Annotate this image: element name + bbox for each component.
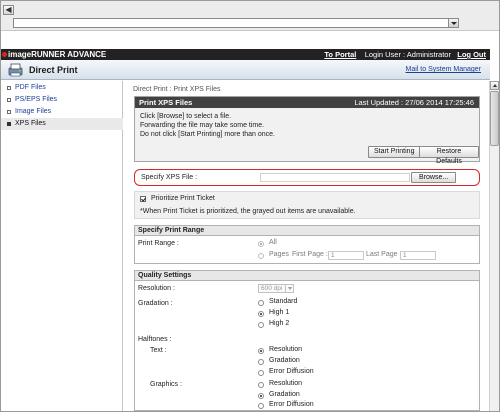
gradation-label: Gradation :	[138, 300, 173, 307]
address-bar[interactable]	[13, 18, 459, 28]
file-path-input[interactable]	[260, 173, 410, 182]
first-page-value: 1	[331, 252, 335, 259]
scrollbar-thumb[interactable]	[490, 91, 499, 146]
to-portal-link[interactable]: To Portal	[324, 50, 356, 59]
chevron-down-icon	[285, 285, 293, 292]
graphics-option-label: Error Diffusion	[269, 401, 314, 408]
scroll-up-icon[interactable]	[490, 81, 499, 90]
graphics-gradation-radio[interactable]	[258, 393, 264, 399]
last-page-value: 1	[403, 252, 407, 259]
print-range-all-label: All	[269, 239, 277, 246]
back-icon[interactable]: ◀	[3, 5, 14, 15]
gradation-option-label: High 2	[269, 320, 290, 327]
bullet-icon	[7, 122, 11, 126]
instruction-line: Click [Browse] to select a file.	[140, 113, 232, 120]
text-option-label: Resolution	[269, 346, 303, 353]
instructions: Click [Browse] to select a file. Forward…	[135, 108, 479, 143]
section-header-print-range: Specify Print Range	[134, 225, 480, 235]
login-user-label: Login User : Administrator	[364, 50, 451, 59]
dropdown-icon[interactable]	[448, 19, 458, 27]
sidebar: PDF Files PS/EPS Files Image Files XPS F…	[1, 81, 123, 411]
text-gradation-radio[interactable]	[258, 359, 264, 365]
print-range-pages-radio[interactable]	[258, 253, 264, 259]
text-option-label: Error Diffusion	[269, 368, 314, 375]
prioritize-print-ticket-box: Prioritize Print Ticket *When Print Tick…	[134, 191, 480, 219]
text-error-diffusion-radio[interactable]	[258, 370, 264, 376]
resolution-select[interactable]: 600 dpi	[258, 284, 294, 293]
last-page-label: Last Page :	[366, 251, 402, 258]
sidebar-item-label: PS/EPS Files	[15, 96, 58, 103]
browser-toolbar: ◀	[1, 1, 499, 31]
quality-section: Resolution : 600 dpi Gradation : Standar…	[134, 280, 480, 411]
graphics-option-label: Resolution	[269, 380, 303, 387]
first-page-label: First Page :	[292, 251, 328, 258]
instruction-line: Do not click [Start Printing] more than …	[140, 131, 276, 138]
gradation-option-label: Standard	[269, 298, 298, 305]
halftones-label: Halftones :	[138, 336, 172, 343]
sidebar-item-pdf-files[interactable]: PDF Files	[1, 82, 123, 94]
print-range-section: Print Range : All Pages First Page : 1 L…	[134, 235, 480, 264]
section-header-quality: Quality Settings	[134, 270, 480, 280]
panel-title: Print XPS Files	[139, 98, 193, 107]
specify-file-label: Specify XPS File :	[141, 174, 198, 181]
sidebar-item-image-files[interactable]: Image Files	[1, 106, 123, 118]
graphics-resolution-radio[interactable]	[258, 382, 264, 388]
gradation-high2-radio[interactable]	[258, 322, 264, 328]
page-title: Direct Print	[29, 65, 78, 75]
vertical-scrollbar[interactable]	[489, 81, 499, 411]
top-links: To Portal Login User : Administrator Log…	[324, 50, 486, 59]
sidebar-item-ps-eps-files[interactable]: PS/EPS Files	[1, 94, 123, 106]
brand-name: imageRUNNER ADVANCE	[8, 50, 107, 59]
panel-header: Print XPS Files Last Updated : 27/06 201…	[135, 97, 479, 108]
specify-file-row: Specify XPS File : Browse...	[134, 169, 480, 186]
first-page-input[interactable]: 1	[328, 251, 364, 260]
app-header-bar: imageRUNNER ADVANCE To Portal Login User…	[1, 49, 490, 60]
prioritize-print-ticket-checkbox[interactable]	[140, 196, 146, 202]
graphics-label: Graphics :	[150, 381, 182, 388]
log-out-link[interactable]: Log Out	[457, 50, 486, 59]
prioritize-note: *When Print Ticket is prioritized, the g…	[140, 208, 356, 215]
sidebar-item-label: PDF Files	[15, 84, 46, 91]
gradation-standard-radio[interactable]	[258, 300, 264, 306]
brand-logo-icon	[2, 52, 7, 57]
print-range-label: Print Range :	[138, 240, 179, 247]
mail-to-system-manager-link[interactable]: Mail to System Manager	[406, 66, 481, 73]
gradation-high1-radio[interactable]	[258, 311, 264, 317]
graphics-option-label: Gradation	[269, 391, 300, 398]
text-option-label: Gradation	[269, 357, 300, 364]
resolution-label: Resolution :	[138, 285, 175, 292]
bullet-icon	[7, 86, 11, 90]
prioritize-print-ticket-label: Prioritize Print Ticket	[151, 195, 215, 202]
app-title-bar: Direct Print Mail to System Manager	[1, 60, 490, 80]
graphics-error-diffusion-radio[interactable]	[258, 403, 264, 409]
bullet-icon	[7, 110, 11, 114]
gradation-option-label: High 1	[269, 309, 290, 316]
text-label: Text :	[150, 347, 167, 354]
start-printing-button[interactable]: Start Printing	[368, 146, 421, 158]
breadcrumb: Direct Print : Print XPS Files	[133, 86, 221, 93]
last-page-input[interactable]: 1	[400, 251, 436, 260]
print-range-all-radio[interactable]	[258, 241, 264, 247]
restore-defaults-button[interactable]: Restore Defaults	[419, 146, 479, 165]
resolution-value: 600 dpi	[261, 285, 283, 292]
instruction-line: Forwarding the file may take some time.	[140, 122, 265, 129]
direct-print-icon	[8, 63, 23, 77]
last-updated: Last Updated : 27/06 2014 17:25:46	[354, 98, 474, 107]
sidebar-item-label: XPS Files	[15, 120, 46, 127]
print-range-pages-label: Pages	[269, 251, 289, 258]
browse-button[interactable]: Browse...	[411, 172, 457, 183]
print-xps-panel: Print XPS Files Last Updated : 27/06 201…	[134, 96, 480, 165]
main-content: Direct Print : Print XPS Files Print XPS…	[126, 81, 486, 411]
sidebar-item-label: Image Files	[15, 108, 52, 115]
sidebar-item-xps-files[interactable]: XPS Files	[1, 118, 123, 130]
text-resolution-radio[interactable]	[258, 348, 264, 354]
bullet-icon	[7, 98, 11, 102]
